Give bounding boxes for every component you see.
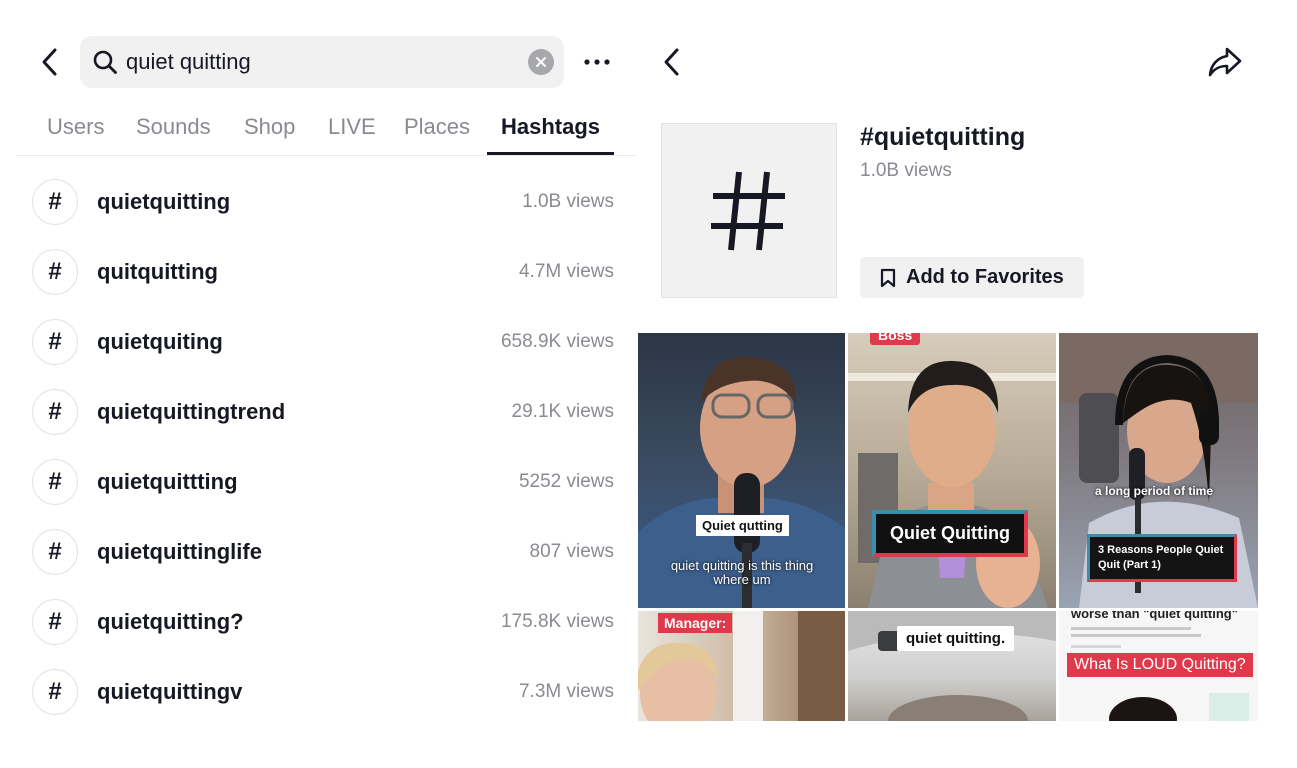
hashtag-name: quietquiting — [97, 329, 223, 354]
share-button[interactable] — [1206, 44, 1244, 80]
tab-hashtags[interactable]: Hashtags — [501, 114, 600, 140]
hashtag-name: quietquitting — [97, 189, 231, 214]
hashtag-icon: # — [32, 249, 78, 295]
clear-search-button[interactable] — [528, 49, 554, 75]
share-icon — [1208, 47, 1242, 77]
hashtag-cover — [661, 123, 837, 298]
video-caption: 3 Reasons People Quiet Quit (Part 1) — [1087, 534, 1237, 582]
tab-shop[interactable]: Shop — [244, 114, 295, 140]
hashtag-name: quietquittingv — [97, 679, 243, 704]
article-headline: worse than "quiet quitting" — [1071, 611, 1238, 621]
video-tag: Boss — [870, 333, 921, 345]
hashtag-views: 658.9K views — [500, 331, 614, 352]
video-caption: Quiet qutting — [696, 515, 789, 536]
search-icon — [93, 50, 117, 74]
page-title: #quietquitting — [860, 123, 1026, 151]
search-bar[interactable]: quiet quitting — [80, 36, 564, 88]
video-subtitle: quiet quitting is this thing where um — [670, 558, 814, 587]
hashtag-views: 807 views — [529, 541, 615, 562]
list-item[interactable]: # quietquitting? 175.8K views — [0, 587, 636, 657]
video-caption: Quiet Quitting — [872, 510, 1028, 557]
video-thumbnail[interactable]: Manager: — [638, 611, 845, 721]
search-category-tabs: Users Sounds Shop LIVE Places Hashtags — [16, 104, 636, 156]
active-tab-indicator — [487, 152, 614, 155]
back-button[interactable] — [658, 44, 686, 80]
hashtag-name: quietquitting? — [97, 609, 244, 634]
hashtag-views: 175.8K views — [500, 611, 614, 632]
list-item[interactable]: # quietquittingv 7.3M views — [0, 657, 636, 727]
hashtag-name: quietquittingtrend — [97, 399, 286, 424]
video-thumbnail[interactable]: worse than "quiet quitting" What Is LOUD… — [1059, 611, 1258, 721]
more-options-button[interactable] — [582, 50, 612, 74]
tab-users[interactable]: Users — [47, 114, 104, 140]
hashtag-icon: # — [32, 529, 78, 575]
list-item[interactable]: # quitquitting 4.7M views — [0, 237, 636, 307]
video-thumbnail[interactable]: Quiet qutting quiet quitting is this thi… — [638, 333, 845, 608]
hashtag-views: 5252 views — [518, 471, 614, 492]
clear-icon — [536, 57, 546, 67]
video-tag: Manager: — [658, 613, 733, 633]
search-results-panel: quiet quitting Users Sounds Shop LIVE Pl… — [0, 0, 636, 768]
hashtag-name: quietquittting — [97, 469, 238, 494]
hashtag-views: 29.1K views — [511, 401, 614, 422]
list-item[interactable]: # quietquittingtrend 29.1K views — [0, 377, 636, 447]
tab-places[interactable]: Places — [404, 114, 470, 140]
chevron-left-icon — [42, 48, 57, 76]
hashtag-icon: # — [32, 319, 78, 365]
person-illustration — [1109, 693, 1249, 721]
video-grid: Quiet qutting quiet quitting is this thi… — [638, 333, 1258, 721]
tab-sounds[interactable]: Sounds — [136, 114, 211, 140]
bookmark-icon — [880, 268, 896, 287]
hashtag-detail-panel: #quietquitting 1.0B views Add to Favorit… — [636, 0, 1297, 768]
hashtag-icon: # — [32, 599, 78, 645]
hashtag-icon: # — [32, 459, 78, 505]
list-item[interactable]: # quietquittting 5252 views — [0, 447, 636, 517]
hashtag-icon: # — [32, 389, 78, 435]
tab-live[interactable]: LIVE — [328, 114, 376, 140]
list-item[interactable]: # quietquiting 658.9K views — [0, 307, 636, 377]
add-to-favorites-button[interactable]: Add to Favorites — [860, 257, 1084, 298]
list-item[interactable]: # quietquitting 1.0B views — [0, 167, 636, 237]
person-illustration — [848, 360, 1056, 608]
video-caption: What Is LOUD Quitting? — [1067, 653, 1253, 677]
back-button[interactable] — [36, 44, 64, 80]
hashtag-name: quitquitting — [97, 259, 218, 284]
more-icon — [584, 59, 610, 65]
hashtag-icon — [711, 171, 785, 250]
hashtag-views: 1.0B views — [522, 191, 614, 212]
search-input[interactable]: quiet quitting — [126, 49, 251, 75]
article-text-lines — [1071, 627, 1201, 648]
hashtag-views-count: 1.0B views — [860, 160, 952, 181]
video-thumbnail[interactable]: a long period of time 3 Reasons People Q… — [1059, 333, 1258, 608]
video-thumbnail[interactable]: quiet quitting. — [848, 611, 1056, 721]
video-overlay-text: a long period of time — [1095, 484, 1214, 498]
video-thumbnail[interactable]: Boss Quiet Quitting — [848, 333, 1056, 608]
hashtag-icon: # — [32, 669, 78, 715]
chevron-left-icon — [664, 48, 679, 76]
list-item[interactable]: # quietquittinglife 807 views — [0, 517, 636, 587]
hashtag-views: 7.3M views — [518, 681, 614, 702]
hashtag-icon: # — [32, 179, 78, 225]
add-to-favorites-label: Add to Favorites — [906, 266, 1064, 288]
video-caption: quiet quitting. — [897, 626, 1015, 651]
hashtag-name: quietquittinglife — [97, 539, 262, 564]
hashtag-views: 4.7M views — [518, 261, 614, 282]
